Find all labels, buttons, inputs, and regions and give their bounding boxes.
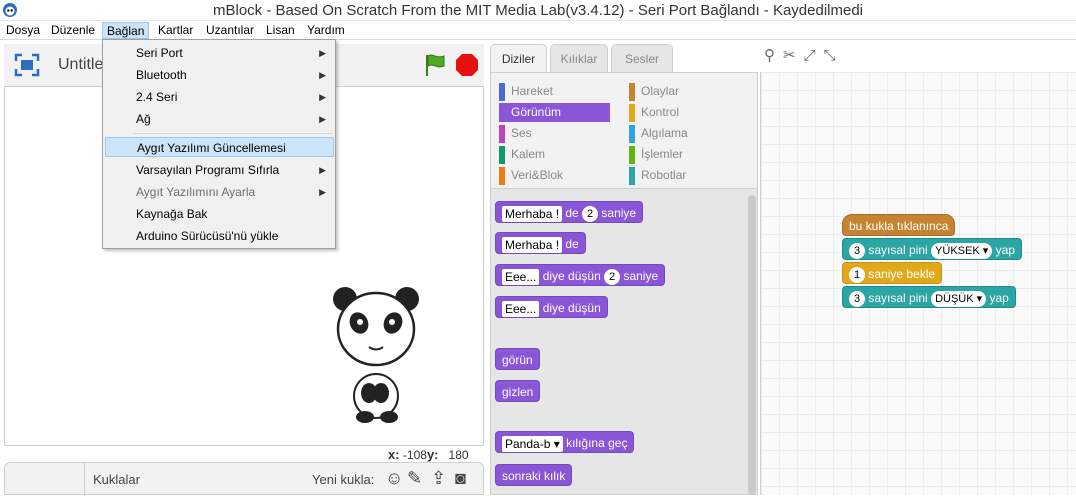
think-for-secs-block[interactable]: Eee... diye düşün 2 saniye — [495, 264, 666, 286]
say-for-secs-block[interactable]: Merhaba ! de 2 saniye — [495, 201, 644, 223]
menu-bar: Dosya Düzenle Bağlan Kartlar Uzantılar L… — [0, 21, 1076, 40]
hide-block[interactable]: gizlen — [495, 380, 541, 402]
tab-sounds[interactable]: Sesler — [611, 44, 673, 72]
costume-dropdown[interactable]: Panda-b ▾ — [502, 435, 563, 452]
menu-help[interactable]: Yardım — [303, 22, 349, 39]
green-flag-icon[interactable] — [424, 53, 446, 77]
menu-item-upgrade-firmware[interactable]: Aygıt Yazılımı Güncellemesi — [105, 137, 334, 157]
menu-file[interactable]: Dosya — [2, 22, 44, 39]
submenu-arrow-icon: ▶ — [319, 187, 326, 197]
new-sprite-label: Yeni kukla: — [312, 472, 375, 487]
menu-connect[interactable]: Bağlan — [102, 22, 150, 39]
menu-extensions[interactable]: Uzantılar — [202, 22, 258, 39]
category-sound[interactable]: Ses — [499, 124, 609, 143]
menu-item-view-source[interactable]: Kaynağa Bak — [105, 204, 334, 224]
next-costume-block[interactable]: sonraki kılık — [495, 464, 573, 486]
category-robots[interactable]: Robotlar — [629, 166, 739, 185]
submenu-arrow-icon: ▶ — [319, 165, 326, 175]
menu-item-24-serial[interactable]: 2.4 Seri ▶ — [105, 87, 334, 107]
menu-item-set-firmware-mode[interactable]: Aygıt Yazılımını Ayarla ▶ — [105, 182, 334, 202]
submenu-arrow-icon: ▶ — [319, 92, 326, 102]
menu-language[interactable]: Lisan — [262, 22, 299, 39]
menu-edit[interactable]: Düzenle — [47, 22, 99, 39]
say-block[interactable]: Merhaba ! de — [495, 232, 586, 254]
category-sensing[interactable]: Algılama — [629, 124, 739, 143]
cut-icon[interactable]: ✂ — [783, 47, 796, 64]
think-block[interactable]: Eee... diye düşün — [495, 296, 608, 318]
digital-write-high-block[interactable]: 3 sayısal pini YÜKSEK ▾ yap — [842, 238, 1022, 260]
panda-sprite[interactable] — [331, 281, 421, 427]
palette-scrollbar[interactable] — [748, 195, 756, 495]
category-control[interactable]: Kontrol — [629, 103, 739, 122]
stamp-icon[interactable]: ⚲ — [764, 47, 775, 64]
menu-item-network[interactable]: Ağ ▶ — [105, 109, 334, 129]
sprites-panel: Kuklalar Yeni kukla: ☺ ✎ ⇪ ◙ — [4, 462, 484, 496]
upload-sprite-icon[interactable]: ⇪ — [431, 468, 446, 489]
fullscreen-icon[interactable] — [14, 53, 40, 77]
category-looks[interactable]: Görünüm — [499, 103, 610, 122]
menu-item-bluetooth[interactable]: Bluetooth ▶ — [105, 65, 334, 85]
category-events[interactable]: Olaylar — [629, 82, 739, 101]
level-dropdown[interactable]: DÜŞÜK ▾ — [931, 290, 987, 307]
camera-icon[interactable]: ◙ — [455, 468, 466, 489]
when-sprite-clicked-hat[interactable]: bu kukla tıklanınca — [842, 214, 956, 236]
category-data[interactable]: Veri&Blok — [499, 166, 609, 185]
wait-block[interactable]: 1 saniye bekle — [842, 262, 943, 284]
submenu-arrow-icon: ▶ — [319, 48, 326, 58]
submenu-arrow-icon: ▶ — [319, 114, 326, 124]
connect-dropdown-menu: Seri Port ▶ Bluetooth ▶ 2.4 Seri ▶ Ağ ▶ Aygı… — [102, 39, 336, 249]
show-block[interactable]: görün — [495, 348, 540, 370]
sprite-tools: ⚲ ✂ ⤢ ⤡ — [764, 46, 844, 64]
menu-boards[interactable]: Kartlar — [154, 22, 197, 39]
tab-scripts[interactable]: Diziler — [490, 44, 547, 72]
menu-separator — [133, 133, 333, 134]
grow-icon[interactable]: ⤢ — [804, 47, 816, 64]
mouse-coordinates: x: -108y: 180 — [388, 447, 469, 462]
category-pen[interactable]: Kalem — [499, 145, 609, 164]
title-bar: mBlock - Based On Scratch From the MIT M… — [0, 0, 1076, 21]
menu-item-serial-port[interactable]: Seri Port ▶ — [105, 43, 334, 63]
tab-costumes[interactable]: Kılıklar — [550, 44, 608, 72]
sprites-label: Kuklalar — [93, 472, 140, 487]
level-dropdown[interactable]: YÜKSEK ▾ — [931, 242, 993, 259]
switch-costume-block[interactable]: Panda-b ▾ kılığına geç — [495, 431, 635, 453]
category-operators[interactable]: İşlemler — [629, 145, 739, 164]
paint-sprite-icon[interactable]: ✎ — [407, 468, 422, 489]
sprite-library-icon[interactable]: ☺ — [385, 468, 403, 489]
submenu-arrow-icon: ▶ — [319, 70, 326, 80]
shrink-icon[interactable]: ⤡ — [824, 47, 836, 64]
menu-item-install-arduino-driver[interactable]: Arduino Sürücüsü'nü yükle — [105, 226, 334, 246]
stop-icon[interactable] — [455, 53, 479, 77]
category-motion[interactable]: Hareket — [499, 82, 609, 101]
window-title: mBlock - Based On Scratch From the MIT M… — [213, 2, 863, 19]
menu-item-reset-default-program[interactable]: Varsayılan Programı Sıfırla ▶ — [105, 160, 334, 180]
digital-write-low-block[interactable]: 3 sayısal pini DÜŞÜK ▾ yap — [842, 286, 1016, 308]
category-list: Hareket Olaylar Görünüm Kontrol Ses Algı… — [491, 73, 757, 189]
